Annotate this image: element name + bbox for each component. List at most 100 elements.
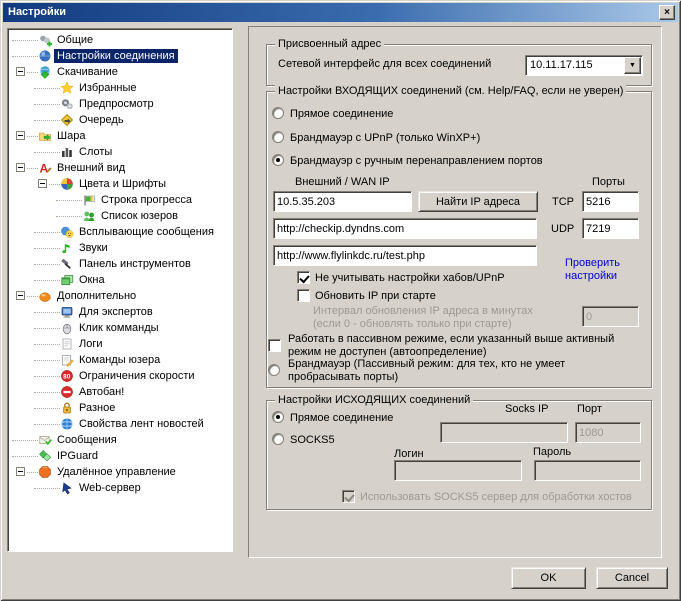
tree-item-preview[interactable]: Предпросмотр	[8, 96, 232, 112]
tcp-label: TCP	[552, 196, 574, 208]
tree-item-toolbar[interactable]: Панель инструментов	[8, 256, 232, 272]
close-icon[interactable]: ×	[659, 5, 675, 20]
tree-item-label: Слоты	[79, 146, 113, 158]
passive-fallback-checkbox[interactable]	[268, 339, 281, 352]
tree-connector-line	[34, 376, 60, 377]
tree-item-sounds[interactable]: Звуки	[8, 240, 232, 256]
collapse-minus-icon[interactable]	[16, 163, 25, 172]
check-settings-link[interactable]: Проверить настройки	[565, 257, 620, 283]
tree-item-misc[interactable]: Разное	[8, 400, 232, 416]
tree-connector-line	[56, 200, 82, 201]
tree-item-logs[interactable]: Логи	[8, 336, 232, 352]
outgoing-direct-radio[interactable]	[272, 411, 284, 423]
ignore-hub-settings-label: Не учитывать настройки хабов/UPnP	[315, 272, 505, 284]
tree-item-speed-limits[interactable]: 80 Ограничения скорости	[8, 368, 232, 384]
socks5-radio[interactable]	[272, 433, 284, 445]
tree-connector-line	[12, 440, 38, 441]
tree-item-autoban[interactable]: Автобан!	[8, 384, 232, 400]
direct-connection-radio[interactable]	[272, 107, 284, 119]
tree-connector-line	[27, 472, 38, 473]
tree-item-share[interactable]: Шара	[8, 128, 232, 144]
tree-item-favorites[interactable]: Избранные	[8, 80, 232, 96]
passive-fallback-label: Работать в пассивном режиме, если указан…	[288, 333, 615, 358]
update-ip-on-start-checkbox[interactable]	[297, 289, 310, 302]
tree-item-label: Дополнительно	[57, 290, 137, 302]
tree-item-label: Предпросмотр	[79, 98, 154, 110]
tree-item-label: Строка прогресса	[101, 194, 193, 206]
title-bar: Настройки ×	[3, 3, 678, 22]
upnp-firewall-radio[interactable]	[272, 131, 284, 143]
network-interface-combobox[interactable]: 10.11.17.115 ▼	[525, 55, 643, 76]
tcp-port-input[interactable]	[582, 191, 639, 212]
collapse-minus-icon[interactable]	[16, 131, 25, 140]
advanced-icon	[38, 289, 52, 303]
tree-item-label: Цвета и Шрифты	[79, 178, 166, 190]
tree-item-label: Свойства лент новостей	[79, 418, 204, 430]
tree-connector-line	[34, 232, 60, 233]
tree-item-ipguard[interactable]: IPGuard	[8, 448, 232, 464]
tree-item-label: Список юзеров	[101, 210, 179, 222]
ip-check-url-input[interactable]	[273, 218, 537, 239]
collapse-minus-icon[interactable]	[16, 467, 25, 476]
tree-connector-line	[34, 120, 60, 121]
tree-item-remote-control[interactable]: Удалённое управление	[8, 464, 232, 480]
toolbar-icon	[60, 257, 74, 271]
tree-item-web-server[interactable]: Web-сервер	[8, 480, 232, 496]
tree-item-popups[interactable]: Всплывающие сообщения	[8, 224, 232, 240]
tree-connector-line	[34, 424, 60, 425]
wan-ip-input[interactable]	[273, 191, 412, 212]
queue-icon	[60, 113, 74, 127]
ignore-hub-settings-checkbox[interactable]	[297, 271, 310, 284]
tree-connector-line	[34, 152, 60, 153]
tree-connector-line	[34, 328, 60, 329]
test-url-input[interactable]	[273, 245, 537, 266]
tree-item-advanced[interactable]: Дополнительно	[8, 288, 232, 304]
ports-label: Порты	[592, 176, 625, 188]
tree-item-downloads[interactable]: Скачивание	[8, 64, 232, 80]
tree-connector-line	[27, 296, 38, 297]
tree-connector-line	[34, 392, 60, 393]
tree-item-appearance[interactable]: A Внешний вид	[8, 160, 232, 176]
socks5-label: SOCKS5	[290, 434, 335, 446]
tree-item-label: Клик комманды	[79, 322, 159, 334]
group-legend: Настройки ВХОДЯЩИХ соединений (см. Help/…	[275, 85, 627, 97]
window-title: Настройки	[8, 6, 67, 18]
tree-item-slots[interactable]: Слоты	[8, 144, 232, 160]
tree-item-connection-settings[interactable]: Настройки соединения	[8, 48, 232, 64]
tree-item-click-commands[interactable]: Клик комманды	[8, 320, 232, 336]
tree-item-messages[interactable]: Сообщения	[8, 432, 232, 448]
manual-forwarding-radio[interactable]	[272, 154, 284, 166]
udp-port-input[interactable]	[582, 218, 639, 239]
progress-icon	[82, 193, 96, 207]
tree-item-news-feeds[interactable]: Свойства лент новостей	[8, 416, 232, 432]
tree-item-general[interactable]: Общие	[8, 32, 232, 48]
socks-ip-input	[440, 422, 568, 443]
tree-item-colors-fonts[interactable]: Цвета и Шрифты	[8, 176, 232, 192]
tree-item-label: Команды юзера	[79, 354, 161, 366]
tree-item-user-commands[interactable]: Команды юзера	[8, 352, 232, 368]
find-ip-button[interactable]: Найти IP адреса	[418, 191, 538, 212]
tree-item-label: Очередь	[79, 114, 124, 126]
collapse-minus-icon[interactable]	[16, 67, 25, 76]
tree-connector-line	[34, 264, 60, 265]
tree-item-queue[interactable]: Очередь	[8, 112, 232, 128]
tree-item-windows[interactable]: Окна	[8, 272, 232, 288]
ok-button[interactable]: OK	[511, 567, 586, 589]
tree-item-user-list[interactable]: Список юзеров	[8, 208, 232, 224]
ban-icon	[60, 385, 74, 399]
tree-item-label: Для экспертов	[79, 306, 153, 318]
tree-item-experts[interactable]: Для экспертов	[8, 304, 232, 320]
cancel-button[interactable]: Cancel	[596, 567, 668, 589]
collapse-minus-icon[interactable]	[16, 291, 25, 300]
tree-connector-line	[49, 184, 60, 185]
chevron-down-icon[interactable]: ▼	[624, 57, 641, 74]
tree-connector-line	[34, 360, 60, 361]
tree-item-label: Всплывающие сообщения	[79, 226, 214, 238]
preview-icon	[60, 97, 74, 111]
tree-connector-line	[34, 408, 60, 409]
ip-update-interval-input	[582, 306, 639, 327]
outgoing-direct-label: Прямое соединение	[290, 412, 394, 424]
collapse-minus-icon[interactable]	[38, 179, 47, 188]
tree-item-progress-bar[interactable]: Строка прогресса	[8, 192, 232, 208]
firewall-passive-radio[interactable]	[268, 364, 280, 376]
